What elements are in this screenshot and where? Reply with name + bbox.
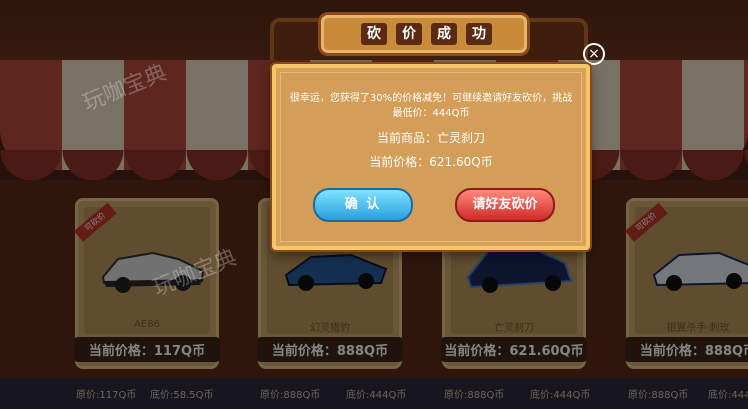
current-product: 当前商品：亡灵刹刀 (376, 131, 485, 145)
dialog-body: 很幸运，您获得了30%的价格减免！可继续邀请好友砍价，挑战最低价：444Q币 当… (280, 72, 582, 242)
title-char: 功 (466, 23, 492, 45)
bargain-success-dialog: 很幸运，您获得了30%的价格减免！可继续邀请好友砍价，挑战最低价：444Q币 当… (272, 64, 590, 250)
title-char: 成 (431, 23, 457, 45)
dialog-title-plate: 砍 价 成 功 (318, 12, 530, 56)
close-icon[interactable]: × (583, 43, 605, 65)
confirm-button[interactable]: 确 认 (313, 188, 413, 222)
title-char: 价 (396, 23, 422, 45)
current-price: 当前价格：621.60Q币 (369, 155, 493, 169)
dialog-message: 很幸运，您获得了30%的价格减免！可继续邀请好友砍价，挑战最低价：444Q币 (289, 93, 573, 119)
invite-bargain-button[interactable]: 请好友砍价 (455, 188, 555, 222)
title-char: 砍 (361, 23, 387, 45)
